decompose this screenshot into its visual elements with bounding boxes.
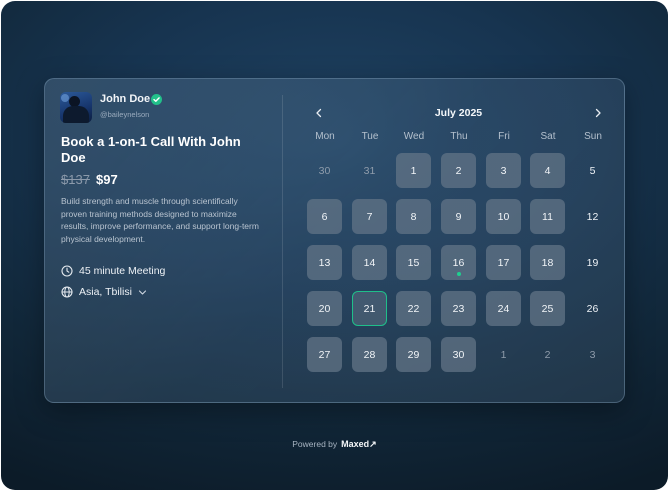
clock-icon xyxy=(61,265,73,277)
chevron-down-icon xyxy=(138,288,147,297)
calendar-day[interactable]: 2 xyxy=(441,153,476,188)
chevron-right-icon xyxy=(595,108,601,118)
calendar-day[interactable]: 7 xyxy=(352,199,387,234)
weekday-label: Mon xyxy=(315,131,335,142)
calendar-day[interactable]: 18 xyxy=(530,245,565,280)
timezone-label: Asia, Tbilisi xyxy=(79,286,132,298)
booking-card: John Doe @baileynelson Book a 1-on-1 Cal… xyxy=(44,78,625,403)
calendar-day: 26 xyxy=(586,302,599,315)
verified-check-icon xyxy=(151,94,162,105)
avatar xyxy=(60,92,92,123)
calendar-day[interactable]: 23 xyxy=(441,291,476,326)
calendar-day[interactable]: 30 xyxy=(441,337,476,372)
weekday-header: Mon Tue Wed Thu Fri Sat Sun xyxy=(305,131,605,145)
weekday-label: Sun xyxy=(584,131,602,142)
calendar-day[interactable]: 29 xyxy=(396,337,431,372)
old-price: $137 xyxy=(61,172,90,187)
calendar-day: 3 xyxy=(589,348,596,361)
calendar-day[interactable]: 8 xyxy=(396,199,431,234)
calendar-day[interactable]: 6 xyxy=(307,199,342,234)
calendar-day[interactable]: 14 xyxy=(352,245,387,280)
calendar-day: 2 xyxy=(544,348,551,361)
meeting-duration: 45 minute Meeting xyxy=(61,265,165,277)
weekday-label: Sat xyxy=(540,131,556,142)
globe-icon xyxy=(61,286,73,298)
calendar-day[interactable]: 25 xyxy=(530,291,565,326)
duration-label: 45 minute Meeting xyxy=(79,265,166,277)
calendar-day: 12 xyxy=(586,210,599,223)
calendar-day[interactable]: 17 xyxy=(486,245,521,280)
weekday-label: Fri xyxy=(498,131,510,142)
powered-label: Powered by xyxy=(292,439,338,449)
offer-description: Build strength and muscle through scient… xyxy=(61,196,259,244)
calendar-day[interactable]: 28 xyxy=(352,337,387,372)
profile-handle: @baileynelson xyxy=(100,110,150,119)
profile-name: John Doe xyxy=(100,93,151,105)
today-indicator-dot xyxy=(457,272,461,276)
calendar-day[interactable]: 24 xyxy=(486,291,521,326)
calendar-day[interactable]: 10 xyxy=(486,199,521,234)
calendar-day[interactable]: 11 xyxy=(530,199,565,234)
month-label: July 2025 xyxy=(434,107,483,119)
calendar-day[interactable]: 3 xyxy=(486,153,521,188)
calendar-day: 30 xyxy=(318,164,331,177)
maxed-logo[interactable]: Maxed↗ xyxy=(341,439,377,449)
calendar-day[interactable]: 13 xyxy=(307,245,342,280)
calendar-day[interactable]: 15 xyxy=(396,245,431,280)
divider xyxy=(282,95,283,388)
calendar-day[interactable]: 16 xyxy=(441,245,476,280)
price: $97 xyxy=(96,172,118,187)
weekday-label: Thu xyxy=(450,131,468,142)
calendar-day[interactable]: 27 xyxy=(307,337,342,372)
calendar-day: 19 xyxy=(586,256,599,269)
calendar-day: 31 xyxy=(363,164,376,177)
calendar-day[interactable]: 20 xyxy=(307,291,342,326)
calendar-day: 5 xyxy=(589,164,596,177)
weekday-label: Wed xyxy=(403,131,425,142)
calendar-header: July 2025 xyxy=(311,103,601,123)
calendar-day[interactable]: 9 xyxy=(441,199,476,234)
next-month-button[interactable] xyxy=(590,103,606,123)
timezone-selector[interactable]: Asia, Tbilisi xyxy=(61,286,147,298)
calendar-day-selected[interactable]: 21 xyxy=(352,291,387,326)
page-background: John Doe @baileynelson Book a 1-on-1 Cal… xyxy=(1,1,668,490)
calendar-day: 1 xyxy=(500,348,507,361)
offer-title: Book a 1-on-1 Call With John Doe xyxy=(61,134,241,165)
weekday-label: Tue xyxy=(361,131,379,142)
calendar-day[interactable]: 4 xyxy=(530,153,565,188)
calendar-day[interactable]: 22 xyxy=(396,291,431,326)
powered-by: Powered by Maxed↗ xyxy=(1,439,668,450)
calendar-day[interactable]: 1 xyxy=(396,153,431,188)
